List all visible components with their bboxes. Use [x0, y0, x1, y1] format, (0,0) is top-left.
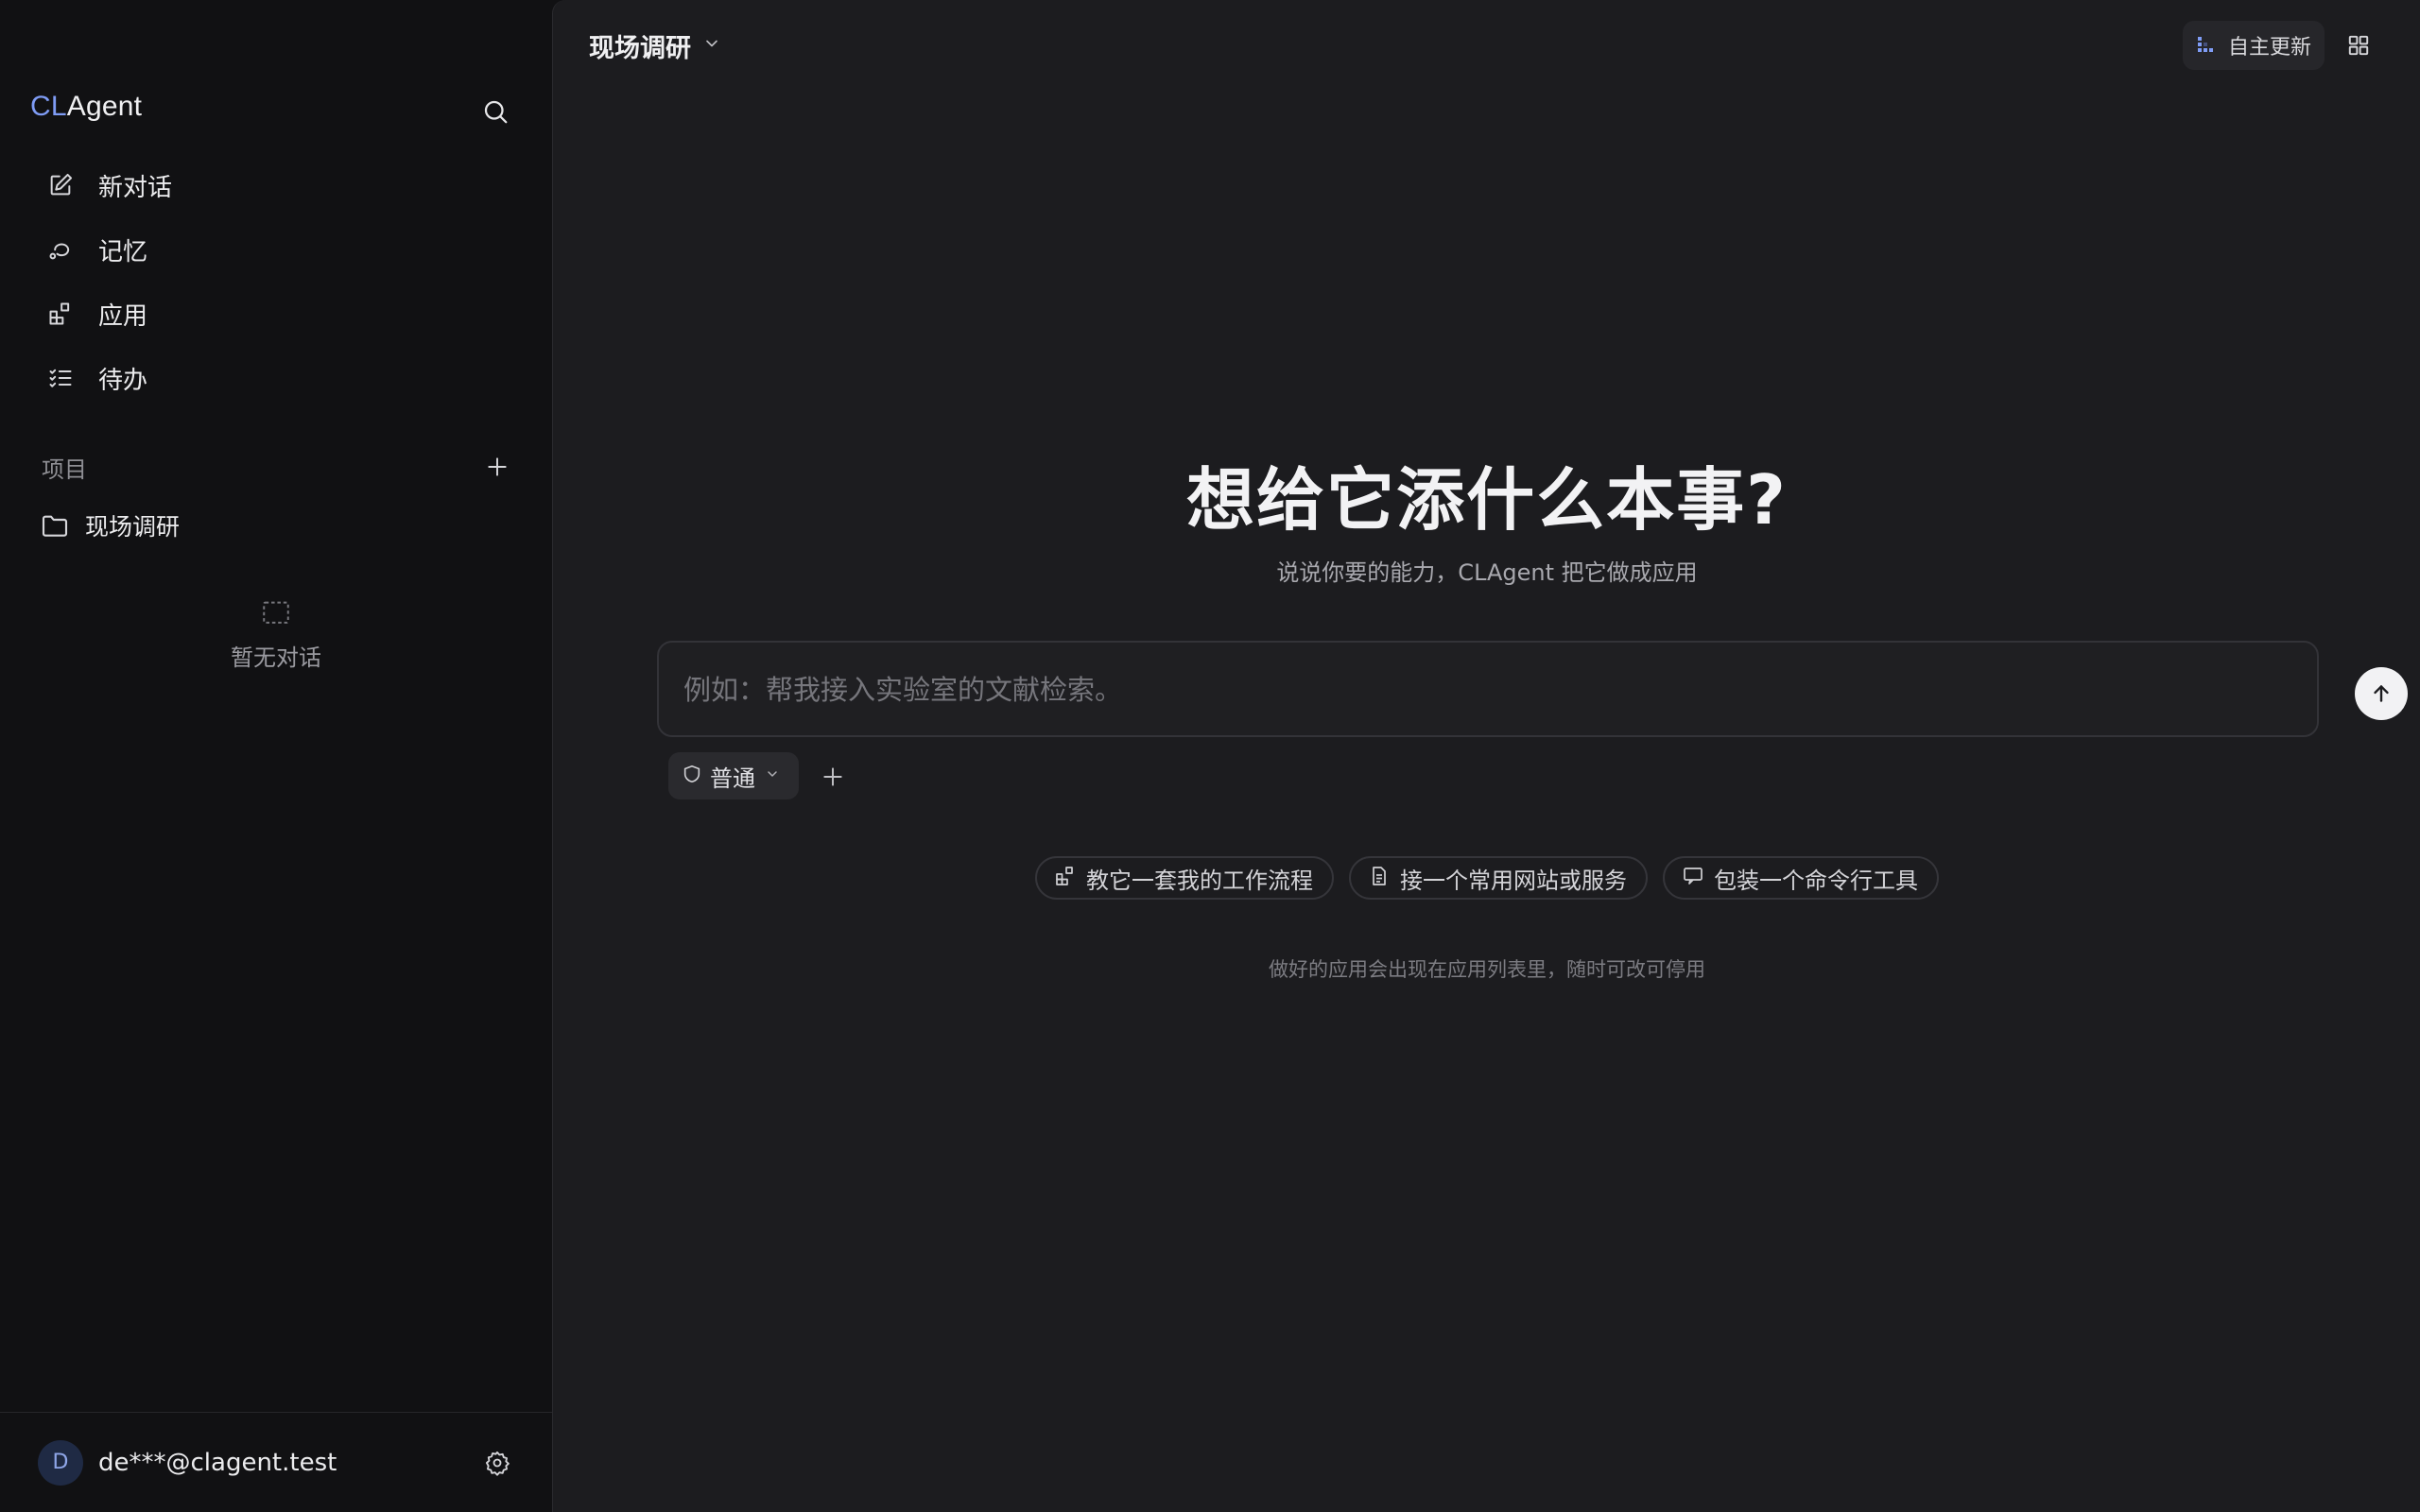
empty-box-icon	[174, 597, 378, 631]
user-email: de***@clagent.test	[98, 1448, 337, 1477]
user-bar: D de***@clagent.test	[0, 1412, 552, 1512]
add-project-button[interactable]	[480, 450, 514, 484]
edit-icon	[45, 170, 76, 200]
main-panel: 现场调研 自主更新 想给它添什么本事? 说说你要的能力，CLAgent 把它做成…	[552, 0, 2420, 1512]
avatar[interactable]: D	[38, 1439, 83, 1486]
projects-label: 项目	[42, 455, 87, 483]
projects-header: 项目	[42, 448, 514, 486]
brand-logo: CLAgent	[30, 91, 142, 123]
apps-icon	[1054, 865, 1077, 891]
add-attachment-button[interactable]	[816, 760, 850, 794]
terminal-icon	[1682, 865, 1704, 891]
nav-new-chat[interactable]: 新对话	[30, 153, 522, 217]
nav-label: 待办	[98, 366, 148, 395]
footer-note: 做好的应用会出现在应用列表里，随时可改可停用	[1269, 958, 1705, 981]
gear-icon[interactable]	[480, 1446, 514, 1480]
prompt-box	[657, 641, 2408, 737]
project-title: 现场调研	[589, 33, 691, 63]
memory-icon	[45, 234, 76, 265]
chevron-down-icon	[765, 766, 780, 785]
chevron-down-icon	[702, 34, 721, 57]
prompt-input[interactable]	[683, 665, 2196, 714]
hero-subtitle: 说说你要的能力，CLAgent 把它做成应用	[1276, 559, 1698, 586]
chip-label: 接一个常用网站或服务	[1400, 867, 1627, 894]
shield-icon	[682, 764, 702, 788]
empty-conversations: 暂无对话	[174, 597, 378, 672]
nav-label: 应用	[98, 301, 148, 331]
nav-label: 记忆	[98, 237, 148, 266]
checklist-icon	[45, 363, 76, 393]
auto-update-label: 自主更新	[2228, 36, 2312, 60]
chip-label: 教它一套我的工作流程	[1086, 867, 1313, 894]
sidebar-nav: 新对话 记忆 应用 待办	[30, 153, 522, 410]
nav-todo[interactable]: 待办	[30, 346, 522, 410]
arrow-up-icon	[2374, 685, 2389, 702]
suggestion-chips: 教它一套我的工作流程 接一个常用网站或服务 包装一个命令行工具	[553, 856, 2420, 900]
sidebar: CLAgent 新对话 记忆 应用 待办 项目 现场调研 暂无对话 D de**…	[0, 0, 552, 1512]
empty-label: 暂无对话	[231, 644, 321, 671]
mode-select[interactable]: 普通	[668, 752, 799, 799]
suggestion-chip-workflow[interactable]: 教它一套我的工作流程	[1035, 856, 1334, 900]
folder-icon	[38, 508, 72, 542]
grid-layout-icon[interactable]	[2342, 28, 2376, 62]
brand-suffix: Agent	[66, 91, 143, 122]
apps-icon	[45, 299, 76, 329]
nav-label: 新对话	[98, 173, 173, 202]
suggestion-chip-service[interactable]: 接一个常用网站或服务	[1349, 856, 1648, 900]
search-icon[interactable]	[478, 94, 512, 129]
document-icon	[1368, 865, 1391, 891]
app-window: CLAgent 新对话 记忆 应用 待办 项目 现场调研 暂无对话 D de**…	[0, 0, 2420, 1512]
progress-dots-icon	[2196, 33, 2217, 58]
chip-label: 包装一个命令行工具	[1714, 867, 1918, 894]
hero-title: 想给它添什么本事?	[1186, 460, 1788, 540]
auto-update-button[interactable]: 自主更新	[2183, 21, 2325, 70]
nav-apps[interactable]: 应用	[30, 282, 522, 346]
project-switcher[interactable]: 现场调研	[589, 26, 721, 64]
send-button[interactable]	[2355, 667, 2408, 720]
project-item[interactable]: 现场调研	[30, 499, 522, 552]
nav-memory[interactable]: 记忆	[30, 217, 522, 282]
topbar: 现场调研 自主更新	[553, 0, 2420, 91]
project-label: 现场调研	[85, 513, 181, 541]
suggestion-chip-cli[interactable]: 包装一个命令行工具	[1663, 856, 1939, 900]
brand-prefix: CL	[30, 91, 67, 122]
mode-label: 普通	[710, 765, 755, 792]
